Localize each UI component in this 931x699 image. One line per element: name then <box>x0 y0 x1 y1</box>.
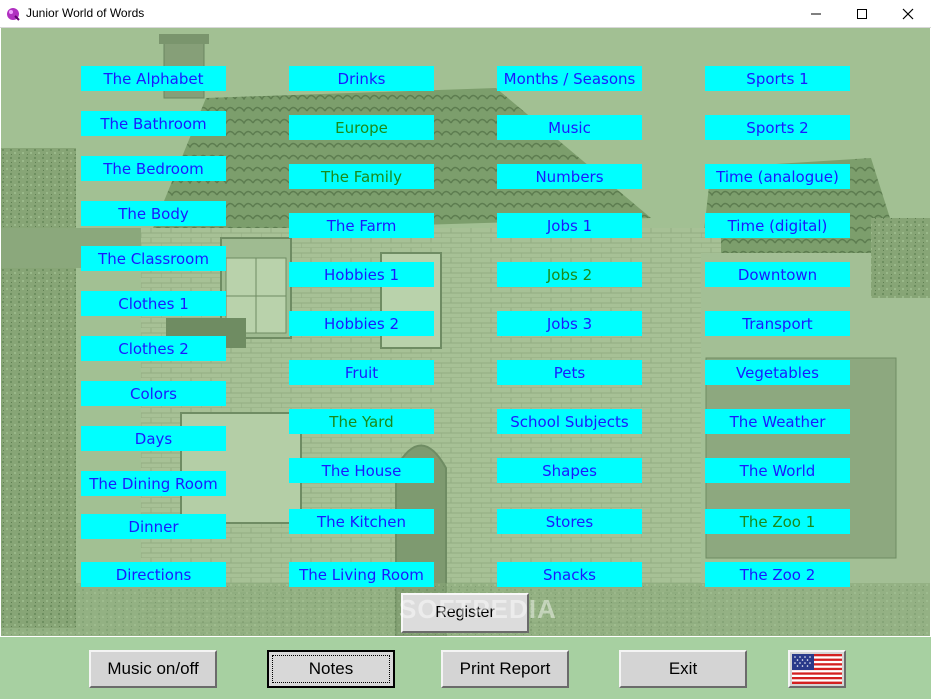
topic-months-seasons[interactable]: Months / Seasons <box>497 66 642 91</box>
topic-the-bedroom[interactable]: The Bedroom <box>81 156 226 181</box>
topic-sports-1[interactable]: Sports 1 <box>705 66 850 91</box>
topic-time-digital[interactable]: Time (digital) <box>705 213 850 238</box>
topic-vegetables[interactable]: Vegetables <box>705 360 850 385</box>
title-bar: Junior World of Words <box>0 0 931 28</box>
minimize-button[interactable] <box>793 0 839 27</box>
topic-the-family[interactable]: The Family <box>289 164 434 189</box>
topic-the-house[interactable]: The House <box>289 458 434 483</box>
topic-shapes[interactable]: Shapes <box>497 458 642 483</box>
topic-jobs-1[interactable]: Jobs 1 <box>497 213 642 238</box>
topic-drinks[interactable]: Drinks <box>289 66 434 91</box>
maximize-button[interactable] <box>839 0 885 27</box>
window-title: Junior World of Words <box>26 6 145 20</box>
topic-stores[interactable]: Stores <box>497 509 642 534</box>
topic-school-subjects[interactable]: School Subjects <box>497 409 642 434</box>
topic-directions[interactable]: Directions <box>81 562 226 587</box>
print-report-button[interactable]: Print Report <box>441 650 569 688</box>
topic-jobs-3[interactable]: Jobs 3 <box>497 311 642 336</box>
register-button[interactable]: Register <box>401 593 529 633</box>
topic-fruit[interactable]: Fruit <box>289 360 434 385</box>
topic-pets[interactable]: Pets <box>497 360 642 385</box>
close-icon <box>902 8 914 19</box>
topic-time-analogue[interactable]: Time (analogue) <box>705 164 850 189</box>
topic-sports-2[interactable]: Sports 2 <box>705 115 850 140</box>
menu-scene: The Alphabet The Bathroom The Bedroom Th… <box>1 28 930 636</box>
topic-the-farm[interactable]: The Farm <box>289 213 434 238</box>
topic-clothes-2[interactable]: Clothes 2 <box>81 336 226 361</box>
topic-the-zoo-1[interactable]: The Zoo 1 <box>705 509 850 534</box>
close-window-button[interactable] <box>885 0 931 27</box>
topic-the-living-room[interactable]: The Living Room <box>289 562 434 587</box>
topic-music[interactable]: Music <box>497 115 642 140</box>
topic-jobs-2[interactable]: Jobs 2 <box>497 262 642 287</box>
topic-the-body[interactable]: The Body <box>81 201 226 226</box>
topic-the-weather[interactable]: The Weather <box>705 409 850 434</box>
topic-colors[interactable]: Colors <box>81 381 226 406</box>
maximize-icon <box>857 8 867 19</box>
topic-dinner[interactable]: Dinner <box>81 514 226 539</box>
exit-button[interactable]: Exit <box>619 650 747 688</box>
minimize-icon <box>811 13 821 14</box>
topic-hobbies-2[interactable]: Hobbies 2 <box>289 311 434 336</box>
topic-the-bathroom[interactable]: The Bathroom <box>81 111 226 136</box>
topic-clothes-1[interactable]: Clothes 1 <box>81 291 226 316</box>
topic-the-world[interactable]: The World <box>705 458 850 483</box>
topic-snacks[interactable]: Snacks <box>497 562 642 587</box>
app-icon <box>6 6 20 21</box>
topic-europe[interactable]: Europe <box>289 115 434 140</box>
language-flag-button[interactable] <box>788 650 846 688</box>
topic-the-kitchen[interactable]: The Kitchen <box>289 509 434 534</box>
music-toggle-button[interactable]: Music on/off <box>89 650 217 688</box>
topic-the-alphabet[interactable]: The Alphabet <box>81 66 226 91</box>
topic-the-yard[interactable]: The Yard <box>289 409 434 434</box>
topic-the-dining-room[interactable]: The Dining Room <box>81 471 226 496</box>
notes-button[interactable]: Notes <box>267 650 395 688</box>
topic-hobbies-1[interactable]: Hobbies 1 <box>289 262 434 287</box>
topic-days[interactable]: Days <box>81 426 226 451</box>
topic-numbers[interactable]: Numbers <box>497 164 642 189</box>
topic-downtown[interactable]: Downtown <box>705 262 850 287</box>
us-flag-icon <box>792 654 842 684</box>
topic-transport[interactable]: Transport <box>705 311 850 336</box>
topic-the-zoo-2[interactable]: The Zoo 2 <box>705 562 850 587</box>
topic-the-classroom[interactable]: The Classroom <box>81 246 226 271</box>
